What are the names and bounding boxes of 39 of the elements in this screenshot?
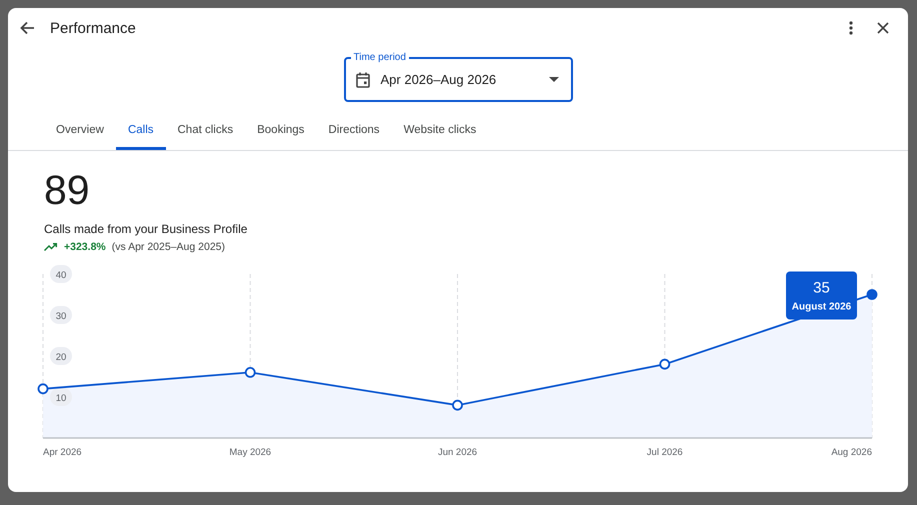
y-tick-label: 30 bbox=[56, 311, 66, 322]
tab[interactable]: Website clicks bbox=[392, 114, 488, 150]
back-arrow-icon[interactable] bbox=[19, 20, 35, 36]
y-axis-label: 20 bbox=[50, 347, 72, 365]
y-tick-label: 20 bbox=[56, 352, 66, 363]
close-icon[interactable] bbox=[877, 22, 889, 34]
data-point bbox=[38, 383, 48, 394]
x-axis-label: Aug 2026 bbox=[831, 447, 872, 458]
data-point bbox=[866, 289, 878, 300]
y-axis-label: 30 bbox=[50, 306, 72, 324]
tab[interactable]: Bookings bbox=[245, 114, 316, 150]
tab[interactable]: Overview bbox=[44, 114, 116, 150]
data-point bbox=[659, 358, 670, 370]
dropdown-caret-icon bbox=[548, 77, 558, 82]
tab[interactable]: Directions bbox=[316, 114, 392, 150]
x-axis-label: Jul 2026 bbox=[646, 447, 683, 458]
data-point bbox=[452, 400, 463, 411]
change-percentage: +323.8% bbox=[64, 241, 106, 253]
x-axis-label: Apr 2026 bbox=[43, 447, 82, 458]
metric-description: Calls made from your Business Profile bbox=[44, 222, 248, 236]
calendar-icon bbox=[356, 72, 370, 88]
tooltip-label: August 2026 bbox=[792, 302, 852, 312]
metric-value: 89 bbox=[44, 167, 91, 213]
y-axis-label: 40 bbox=[50, 265, 72, 283]
data-point bbox=[244, 367, 256, 378]
trending-up-icon bbox=[44, 243, 58, 251]
comparison-period: (vs Apr 2025–Aug 2025) bbox=[112, 241, 225, 253]
field-label: Time period bbox=[350, 52, 409, 64]
x-axis-label: Jun 2026 bbox=[438, 447, 478, 458]
y-tick-label: 40 bbox=[56, 270, 66, 281]
tab[interactable]: Calls bbox=[116, 114, 166, 150]
y-tick-label: 10 bbox=[56, 393, 66, 404]
tooltip bbox=[786, 272, 857, 320]
tooltip-value: 35 bbox=[813, 280, 830, 296]
dialog-title: Performance bbox=[50, 20, 136, 36]
x-axis-label: May 2026 bbox=[229, 447, 272, 458]
tab[interactable]: Chat clicks bbox=[166, 114, 246, 150]
field-value: Apr 2026–Aug 2026 bbox=[380, 72, 498, 87]
more-options-icon[interactable] bbox=[849, 21, 853, 35]
